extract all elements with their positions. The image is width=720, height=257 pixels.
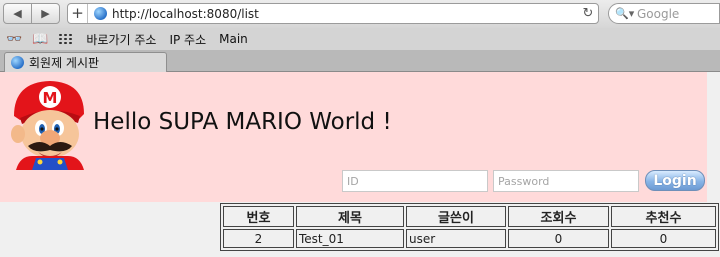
column-header-recommends: 추천수: [611, 206, 716, 227]
post-title-link[interactable]: Test_01: [296, 229, 404, 248]
forward-arrow-icon: ▶: [41, 7, 50, 20]
bookmark-shortcut-address[interactable]: 바로가기 주소: [86, 31, 156, 48]
reading-glasses-icon[interactable]: 👓: [6, 32, 22, 47]
password-input[interactable]: [493, 170, 639, 192]
column-header-number: 번호: [223, 206, 294, 227]
mario-logo-icon: M: [11, 81, 84, 170]
back-arrow-icon: ◀: [13, 7, 22, 20]
id-input[interactable]: [342, 170, 488, 192]
navigation-buttons: ◀ ▶: [3, 3, 60, 24]
table-header-row: 번호 제목 글쓴이 조회수 추천수: [223, 206, 716, 227]
add-bookmark-icon[interactable]: +: [68, 4, 88, 23]
address-bar[interactable]: + http://localhost:8080/list ↻: [67, 3, 599, 24]
forward-button[interactable]: ▶: [31, 4, 59, 23]
bookmark-main[interactable]: Main: [219, 32, 248, 46]
top-sites-grid-icon[interactable]: [58, 33, 73, 45]
search-placeholder: Google: [637, 6, 680, 21]
post-number: 2: [223, 229, 294, 248]
board-table: 번호 제목 글쓴이 조회수 추천수 2 Test_01 user 0 0: [220, 203, 719, 251]
post-recommends: 0: [611, 229, 716, 248]
page-header: M Hello SUPA MARIO World ! Login: [0, 72, 707, 202]
book-icon[interactable]: 📖: [32, 32, 48, 47]
tab-title: 회원제 게시판: [29, 56, 100, 70]
login-button[interactable]: Login: [645, 170, 705, 191]
page-content: M Hello SUPA MARIO World ! Login: [0, 72, 720, 257]
globe-icon: [94, 7, 107, 20]
column-header-title: 제목: [296, 206, 404, 227]
browser-toolbar: ◀ ▶ + http://localhost:8080/list ↻ 🔍▾ Go…: [0, 0, 720, 28]
active-tab[interactable]: 회원제 게시판: [4, 52, 167, 72]
reload-icon[interactable]: ↻: [578, 6, 598, 21]
tab-globe-icon: [11, 56, 24, 69]
table-row[interactable]: 2 Test_01 user 0 0: [223, 229, 716, 248]
back-button[interactable]: ◀: [4, 4, 31, 23]
bookmark-ip-address[interactable]: IP 주소: [169, 31, 206, 48]
svg-text:M: M: [43, 89, 58, 107]
bookmarks-bar: 👓 📖 바로가기 주소 IP 주소 Main: [0, 28, 720, 50]
tab-bar: 회원제 게시판: [0, 50, 720, 72]
search-icon: 🔍▾: [615, 7, 635, 20]
column-header-author: 글쓴이: [406, 206, 506, 227]
search-field[interactable]: 🔍▾ Google: [608, 3, 720, 24]
post-views: 0: [508, 229, 609, 248]
column-header-views: 조회수: [508, 206, 609, 227]
url-text[interactable]: http://localhost:8080/list: [112, 7, 578, 21]
post-author: user: [406, 229, 506, 248]
page-title: Hello SUPA MARIO World !: [93, 109, 392, 135]
